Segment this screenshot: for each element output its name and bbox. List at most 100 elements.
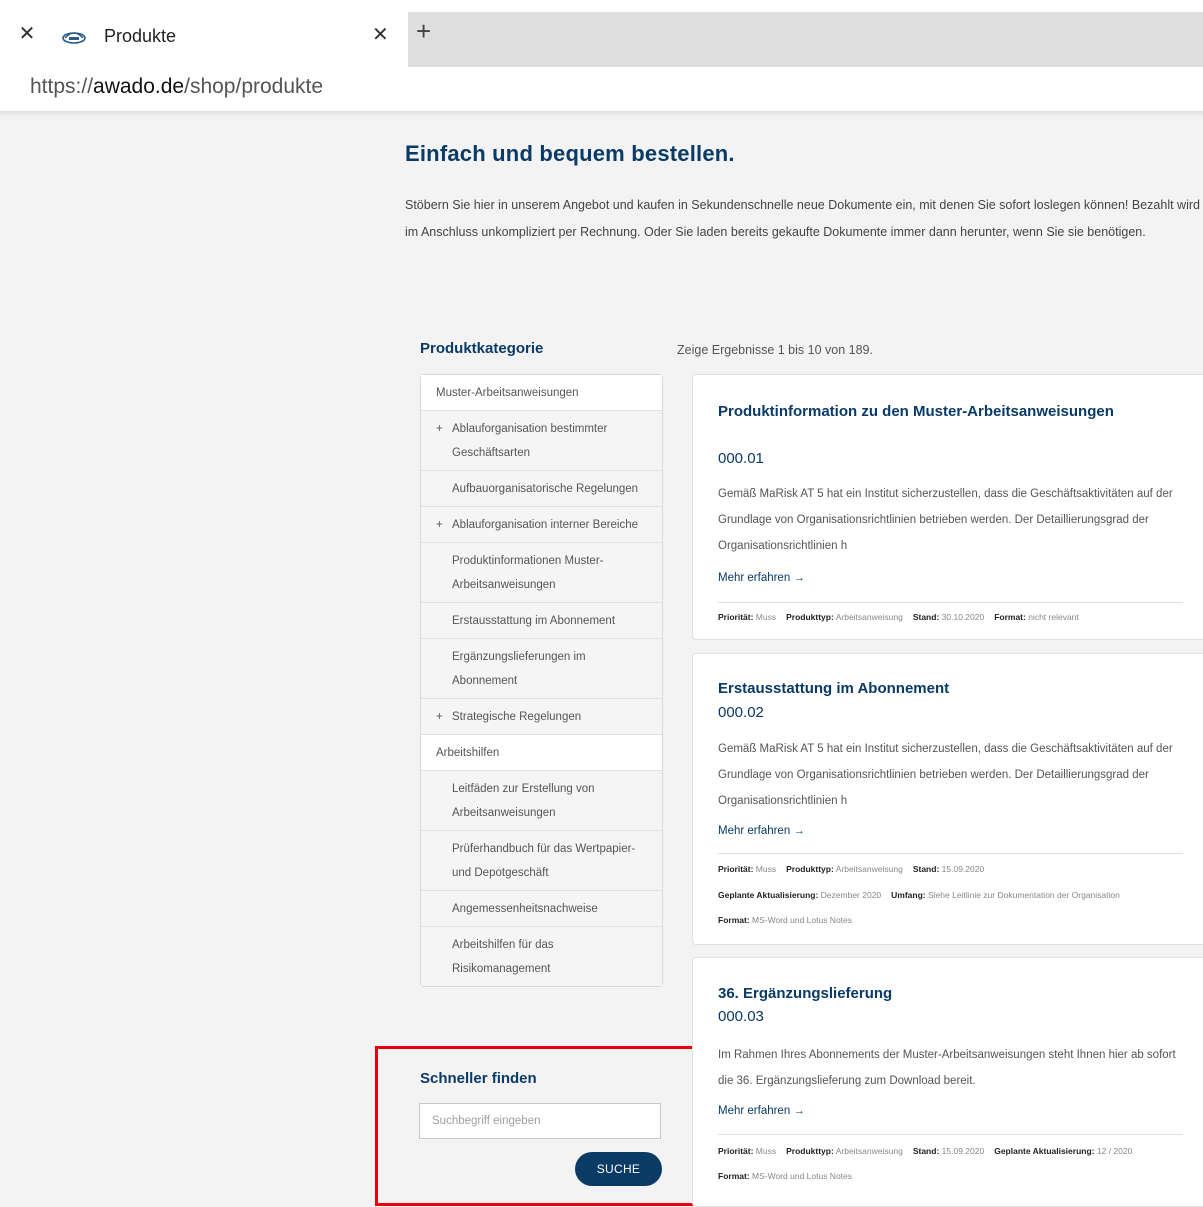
meta-key: Format: [718, 1171, 750, 1181]
meta-value: Dezember 2020 [820, 890, 882, 900]
category-item[interactable]: Prüferhandbuch für das Wertpapier- und D… [421, 831, 662, 891]
meta-key: Stand: [912, 1146, 940, 1156]
category-label: Ablauforganisation interner Bereiche [452, 519, 639, 531]
category-item[interactable]: Erstausstattung im Abonnement [421, 603, 662, 639]
meta-value: MS-Word und Lotus Notes [752, 1171, 853, 1181]
category-label: Erstausstattung im Abonnement [452, 615, 616, 627]
meta-value: Arbeitsanweisung [835, 864, 903, 874]
category-item[interactable]: + Ablauforganisation bestimmter Geschäfts… [421, 411, 662, 471]
product-title[interactable]: Erstausstattung im Abonnement [718, 676, 1158, 702]
meta-value: Arbeitsanweisung [835, 612, 903, 622]
url-prefix: https:// [30, 75, 94, 98]
results-count: Zeige Ergebnisse 1 bis 10 von 189. [677, 343, 873, 357]
expand-icon[interactable]: + [436, 513, 443, 537]
divider [718, 602, 1183, 603]
category-label: Angemessenheitsnachweise [452, 903, 598, 915]
category-label: Strategische Regelungen [452, 711, 582, 723]
divider [718, 1134, 1183, 1135]
category-label: Muster-Arbeitsanweisungen [436, 387, 579, 399]
meta-value: 15.09.2020 [941, 864, 985, 874]
meta-value: nicht relevant [1028, 612, 1079, 622]
product-card: Produktinformation zu den Muster-Arbeits… [692, 374, 1203, 640]
url-text[interactable]: https://awado.de/shop/produkte [30, 75, 323, 99]
meta-value: Muss [755, 612, 777, 622]
category-item[interactable]: + Strategische Regelungen [421, 699, 662, 735]
product-description: Gemäß MaRisk AT 5 hat ein Institut siche… [718, 488, 1173, 552]
product-meta: Priorität: Muss Produkttyp: Arbeitsanweis… [718, 612, 1089, 622]
meta-key: Produkttyp: [786, 864, 834, 874]
expand-icon[interactable]: + [436, 705, 443, 729]
category-item[interactable]: Arbeitshilfen für das Risikomanagement [421, 927, 662, 986]
category-label: Prüferhandbuch für das Wertpapier- und D… [452, 843, 636, 879]
search-heading: Schneller finden [420, 1070, 537, 1087]
product-description: Gemäß MaRisk AT 5 hat ein Institut siche… [718, 743, 1173, 807]
product-description: Im Rahmen Ihres Abonnements der Muster-A… [718, 1049, 1176, 1087]
meta-key: Geplante Aktualisierung: [994, 1146, 1095, 1156]
product-card: 36. Ergänzungslieferung 000.03 Im Rahmen… [692, 957, 1203, 1207]
meta-value: Arbeitsanweisung [835, 1146, 903, 1156]
meta-key: Umfang: [891, 890, 926, 900]
category-label: Arbeitshilfen für das Risikomanagement [452, 939, 554, 975]
meta-key: Priorität: [718, 612, 754, 622]
category-item[interactable]: Arbeitshilfen [421, 735, 662, 771]
category-label: Ergänzungslieferungen im Abonnement [452, 651, 586, 687]
category-label: Leitfäden zur Erstellung von Arbeitsanwe… [452, 783, 595, 819]
category-list: Muster-Arbeitsanweisungen + Ablauforganisa… [420, 374, 663, 987]
meta-value: 15.09.2020 [941, 1146, 985, 1156]
browser-tab[interactable]: Produkte ✕ [50, 12, 408, 67]
category-item[interactable]: Aufbauorganisatorische Regelungen [421, 471, 662, 507]
category-item[interactable]: Muster-Arbeitsanweisungen [421, 375, 662, 411]
meta-key: Format: [994, 612, 1026, 622]
tab-title: Produkte [104, 26, 177, 46]
category-item[interactable]: Ergänzungslieferungen im Abonnement [421, 639, 662, 699]
meta-key: Stand: [912, 864, 940, 874]
meta-key: Produkttyp: [786, 1146, 834, 1156]
product-meta: Format: MS-Word und Lotus Notes [718, 1171, 862, 1181]
close-window-icon[interactable]: ✕ [16, 23, 38, 45]
category-label: Arbeitshilfen [436, 747, 500, 759]
category-item[interactable]: Produktinformationen Muster-Arbeitsanwei… [421, 543, 662, 603]
category-item[interactable]: + Ablauforganisation interner Bereiche [421, 507, 662, 543]
chrome-divider [0, 111, 1203, 117]
url-path: /shop/produkte [184, 75, 324, 98]
product-number: 000.01 [718, 450, 764, 467]
category-heading: Produktkategorie [420, 340, 544, 357]
meta-key: Stand: [912, 612, 940, 622]
category-label: Aufbauorganisatorische Regelungen [452, 483, 639, 495]
product-meta: Priorität: Muss Produkttyp: Arbeitsanweis… [718, 1146, 1142, 1156]
search-input[interactable] [419, 1103, 661, 1139]
close-tab-icon[interactable]: ✕ [372, 24, 389, 46]
more-link[interactable]: Mehr erfahren → [718, 1105, 805, 1117]
intro-text: Stöbern Sie hier in unserem Angebot und … [405, 198, 1200, 239]
meta-key: Geplante Aktualisierung: [718, 890, 819, 900]
product-meta: Format: MS-Word und Lotus Notes [718, 915, 862, 925]
category-item[interactable]: Angemessenheitsnachweise [421, 891, 662, 927]
category-item[interactable]: Leitfäden zur Erstellung von Arbeitsanwe… [421, 771, 662, 831]
meta-key: Format: [718, 915, 750, 925]
meta-key: Priorität: [718, 864, 754, 874]
category-label: Produktinformationen Muster-Arbeitsanwei… [452, 555, 604, 591]
product-meta: Geplante Aktualisierung: Dezember 2020 Um… [718, 890, 1130, 900]
tab-strip [408, 12, 1203, 67]
product-title[interactable]: Produktinformation zu den Muster-Arbeits… [718, 399, 1158, 425]
meta-key: Priorität: [718, 1146, 754, 1156]
product-title[interactable]: 36. Ergänzungslieferung [718, 981, 1158, 1007]
address-bar[interactable]: https://awado.de/shop/produkte [0, 67, 1203, 111]
meta-value: Muss [755, 1146, 777, 1156]
more-link[interactable]: Mehr erfahren → [718, 825, 805, 837]
browser-tab-bar: ✕ Produkte ✕ + [0, 0, 1203, 67]
search-button[interactable]: SUCHE [575, 1152, 662, 1186]
divider [718, 853, 1183, 854]
new-tab-icon[interactable]: + [416, 18, 431, 44]
meta-value: Siehe Leitlinie zur Dokumentation der Or… [928, 890, 1120, 900]
meta-value: Muss [755, 864, 777, 874]
expand-icon[interactable]: + [436, 417, 443, 441]
category-label: Ablauforganisation bestimmter Geschäftsa… [452, 423, 608, 459]
url-domain: awado.de [93, 75, 185, 98]
meta-value: 30.10.2020 [941, 612, 985, 622]
product-card: Erstausstattung im Abonnement 000.02 Gem… [692, 653, 1203, 945]
more-link[interactable]: Mehr erfahren → [718, 572, 805, 584]
product-number: 000.02 [718, 704, 764, 721]
meta-value: 12 / 2020 [1096, 1146, 1133, 1156]
page-title: Einfach und bequem bestellen. [405, 141, 735, 166]
